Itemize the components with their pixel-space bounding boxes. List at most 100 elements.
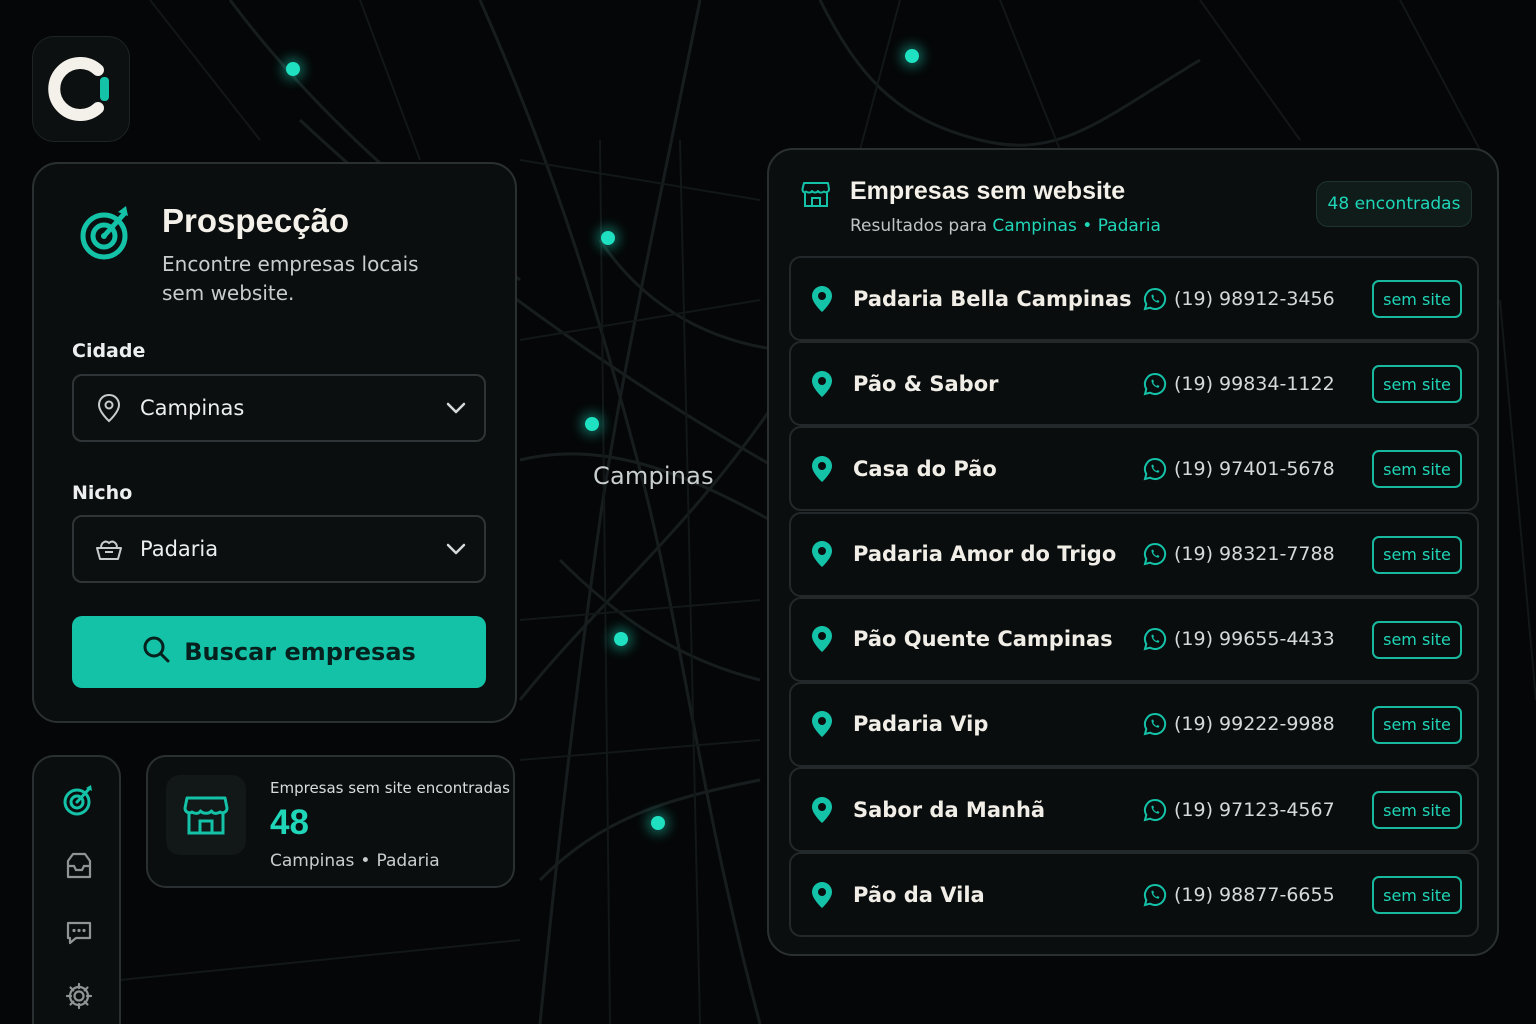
map-marker[interactable] xyxy=(286,62,300,76)
stats-label: Empresas sem site encontradas xyxy=(270,779,510,797)
results-title: Empresas sem website xyxy=(850,177,1126,205)
stats-filter: Campinas • Padaria xyxy=(270,851,440,871)
whatsapp-icon xyxy=(1138,457,1172,481)
sidebar-item-inbox[interactable] xyxy=(34,851,123,881)
search-button-label: Buscar empresas xyxy=(184,638,416,666)
stats-count: 48 xyxy=(270,803,309,842)
results-subtitle-city: Campinas xyxy=(992,216,1077,236)
location-pin-icon xyxy=(78,393,140,423)
whatsapp-icon xyxy=(1138,712,1172,736)
business-name: Pão da Vila xyxy=(853,882,985,907)
results-subtitle-separator: • xyxy=(1082,216,1093,236)
c-logo-icon xyxy=(48,57,109,121)
target-icon xyxy=(80,206,128,260)
business-name: Pão & Sabor xyxy=(853,371,999,396)
app-logo[interactable] xyxy=(32,36,130,142)
list-item[interactable]: Padaria Bella Campinas (19) 98912-3456 s… xyxy=(789,256,1479,341)
map-marker[interactable] xyxy=(905,49,919,63)
business-phone[interactable]: (19) 98912-3456 xyxy=(1172,288,1372,310)
business-phone[interactable]: (19) 98877-6655 xyxy=(1172,884,1372,906)
stats-card: Empresas sem site encontradas 48 Campina… xyxy=(146,755,515,888)
nicho-select[interactable]: Padaria xyxy=(72,515,486,583)
whatsapp-icon xyxy=(1138,627,1172,651)
prospeccao-panel: Prospecção Encontre empresas locais sem … xyxy=(32,162,517,723)
whatsapp-icon xyxy=(1138,798,1172,822)
nicho-label: Nicho xyxy=(72,482,133,504)
list-item[interactable]: Padaria Vip (19) 99222-9988 sem site xyxy=(789,681,1479,767)
list-item[interactable]: Casa do Pão (19) 97401-5678 sem site xyxy=(789,426,1479,512)
store-icon xyxy=(166,775,246,855)
business-name: Sabor da Manhã xyxy=(853,797,1046,822)
chat-icon xyxy=(66,921,91,945)
whatsapp-icon xyxy=(1138,883,1172,907)
whatsapp-icon xyxy=(1138,372,1172,396)
sem-site-badge[interactable]: sem site xyxy=(1372,450,1462,489)
business-name: Padaria Bella Campinas xyxy=(853,286,1132,311)
business-name: Pão Quente Campinas xyxy=(853,627,1113,652)
stats-separator: • xyxy=(360,851,371,871)
results-subtitle-niche: Padaria xyxy=(1097,216,1161,236)
map-marker[interactable] xyxy=(614,632,628,646)
gear-icon xyxy=(65,982,92,1010)
location-pin-icon xyxy=(791,370,853,398)
sidebar-item-messages[interactable] xyxy=(34,917,123,947)
cidade-label: Cidade xyxy=(72,340,146,362)
list-item[interactable]: Pão & Sabor (19) 99834-1122 sem site xyxy=(789,341,1479,427)
results-subtitle: Resultados para Campinas • Padaria xyxy=(850,216,1161,236)
inbox-icon xyxy=(66,852,91,879)
sem-site-badge[interactable]: sem site xyxy=(1372,791,1462,830)
location-pin-icon xyxy=(791,455,853,483)
search-button[interactable]: Buscar empresas xyxy=(72,616,486,688)
results-count-badge: 48 encontradas xyxy=(1316,181,1472,227)
page-title: Prospecção xyxy=(162,202,350,239)
whatsapp-icon xyxy=(1138,542,1172,566)
location-pin-icon xyxy=(791,796,853,824)
location-pin-icon xyxy=(791,625,853,653)
nicho-value: Padaria xyxy=(140,537,219,561)
location-pin-icon xyxy=(791,285,853,313)
business-phone[interactable]: (19) 99222-9988 xyxy=(1172,713,1372,735)
sem-site-badge[interactable]: sem site xyxy=(1372,705,1462,744)
business-phone[interactable]: (19) 99834-1122 xyxy=(1172,373,1372,395)
business-name: Padaria Amor do Trigo xyxy=(853,542,1117,567)
results-panel: Empresas sem website Resultados para Cam… xyxy=(767,148,1499,956)
business-phone[interactable]: (19) 97401-5678 xyxy=(1172,458,1372,480)
results-list: Padaria Bella Campinas (19) 98912-3456 s… xyxy=(789,256,1479,938)
location-pin-icon xyxy=(791,710,853,738)
list-item[interactable]: Pão da Vila (19) 98877-6655 sem site xyxy=(789,852,1479,938)
business-name: Padaria Vip xyxy=(853,712,989,737)
chevron-down-icon xyxy=(428,543,484,555)
sidebar-item-prospeccao[interactable] xyxy=(34,783,123,817)
list-item[interactable]: Padaria Amor do Trigo (19) 98321-7788 se… xyxy=(789,511,1479,597)
map-marker[interactable] xyxy=(651,816,665,830)
cidade-select[interactable]: Campinas xyxy=(72,374,486,442)
sem-site-badge[interactable]: sem site xyxy=(1372,876,1462,915)
location-pin-icon xyxy=(791,540,853,568)
chevron-down-icon xyxy=(428,402,484,414)
stats-city: Campinas xyxy=(270,851,355,871)
business-phone[interactable]: (19) 97123-4567 xyxy=(1172,799,1372,821)
target-icon xyxy=(63,785,92,816)
sidebar-nav xyxy=(32,755,121,1024)
map-city-label: Campinas xyxy=(593,462,714,490)
business-phone[interactable]: (19) 99655-4433 xyxy=(1172,628,1372,650)
sidebar-item-settings[interactable] xyxy=(34,981,123,1011)
search-icon xyxy=(142,635,170,669)
list-item[interactable]: Pão Quente Campinas (19) 99655-4433 sem … xyxy=(789,596,1479,682)
cidade-value: Campinas xyxy=(140,396,245,420)
sem-site-badge[interactable]: sem site xyxy=(1372,620,1462,659)
map-marker[interactable] xyxy=(601,231,615,245)
bread-basket-icon xyxy=(78,536,140,562)
sem-site-badge[interactable]: sem site xyxy=(1372,365,1462,404)
list-item[interactable]: Sabor da Manhã (19) 97123-4567 sem site xyxy=(789,767,1479,853)
sem-site-badge[interactable]: sem site xyxy=(1372,280,1462,318)
stats-niche: Padaria xyxy=(376,851,440,871)
results-subtitle-prefix: Resultados para xyxy=(850,216,988,236)
store-icon xyxy=(801,182,830,207)
page-subtitle: Encontre empresas locais sem website. xyxy=(162,252,419,305)
business-name: Casa do Pão xyxy=(853,456,997,481)
map-marker[interactable] xyxy=(585,417,599,431)
business-phone[interactable]: (19) 98321-7788 xyxy=(1172,543,1372,565)
sem-site-badge[interactable]: sem site xyxy=(1372,535,1462,574)
location-pin-icon xyxy=(791,881,853,909)
